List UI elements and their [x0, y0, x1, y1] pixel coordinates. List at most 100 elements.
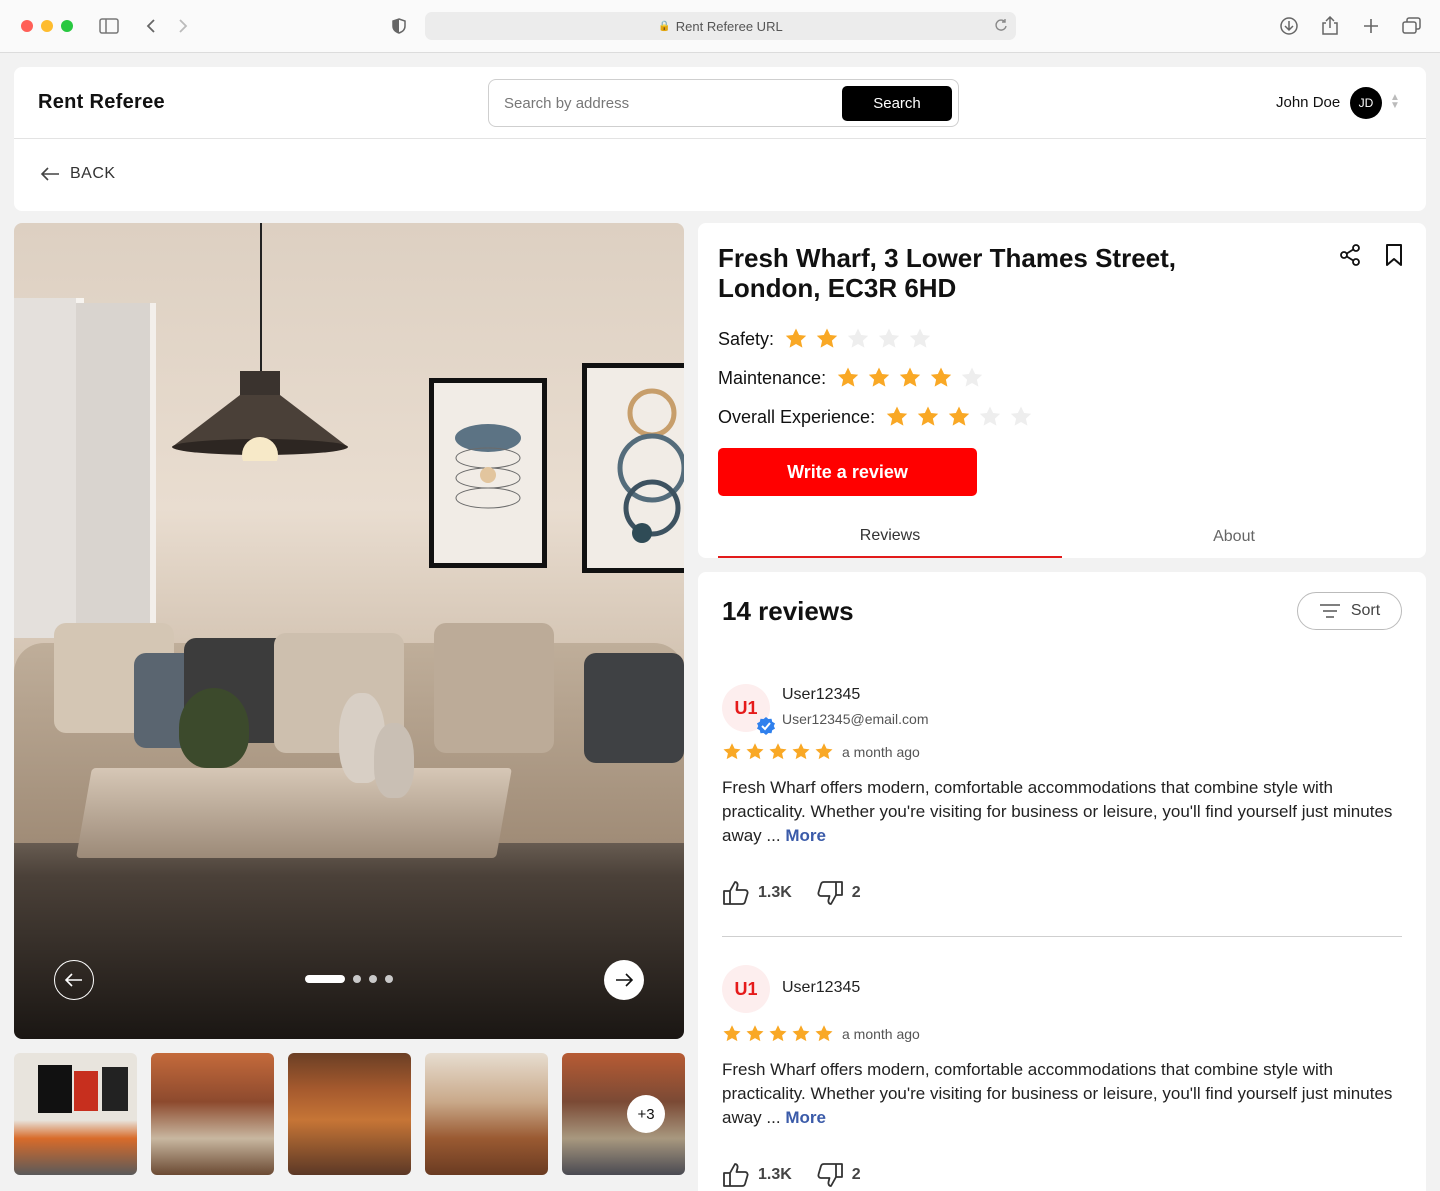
- star-filled-icon: [723, 1025, 741, 1042]
- thumbnail-more[interactable]: +3: [562, 1053, 685, 1175]
- review-divider: [722, 936, 1402, 937]
- search-input[interactable]: [490, 81, 840, 125]
- thumbs-down-icon: [817, 1163, 843, 1187]
- star-filled-icon: [746, 743, 764, 760]
- user-avatar[interactable]: JD: [1350, 87, 1382, 119]
- review-more-link[interactable]: More: [785, 826, 826, 845]
- downloads-icon[interactable]: [1277, 14, 1301, 38]
- reviewer-name[interactable]: User12345: [782, 979, 860, 997]
- thumbs-up-icon: [723, 881, 749, 905]
- site-header: Rent Referee Search John Doe JD ▲▼ BACK: [14, 67, 1426, 211]
- star-filled-icon: [816, 328, 838, 348]
- star-filled-icon: [815, 743, 833, 760]
- rating-label: Maintenance:: [718, 367, 827, 388]
- like-button[interactable]: 1.3K: [722, 1162, 792, 1188]
- star-filled-icon: [899, 367, 921, 387]
- arrow-left-icon: [65, 973, 82, 987]
- bookmark-icon[interactable]: [1384, 243, 1404, 272]
- tab-overview-icon[interactable]: [1400, 14, 1424, 38]
- star-filled-icon: [769, 743, 787, 760]
- like-button[interactable]: 1.3K: [722, 880, 792, 906]
- thumbs-up-icon: [723, 1163, 749, 1187]
- photo-window: [14, 298, 84, 638]
- star-filled-icon: [723, 743, 741, 760]
- maximize-window-button[interactable]: [61, 20, 73, 32]
- star-empty-icon: [979, 406, 1001, 426]
- previous-photo-button[interactable]: [54, 960, 94, 1000]
- photo-pillow: [434, 623, 554, 753]
- search-bar: Search: [488, 79, 959, 127]
- thumbnail[interactable]: [151, 1053, 274, 1175]
- share-browser-icon[interactable]: [1318, 14, 1342, 38]
- tab-reviews[interactable]: Reviews: [718, 515, 1062, 558]
- photo-bonsai: [179, 688, 249, 768]
- header-divider: [14, 138, 1426, 139]
- browser-forward-icon[interactable]: [171, 14, 195, 38]
- review-text: Fresh Wharf offers modern, comfortable a…: [722, 1058, 1402, 1130]
- star-filled-icon: [930, 367, 952, 387]
- photo-pillow-check: [584, 653, 684, 763]
- photo-artwork-right: [582, 363, 684, 573]
- star-filled-icon: [785, 328, 807, 348]
- property-title-line: Fresh Wharf, 3 Lower Thames Street,: [718, 243, 1177, 273]
- photo-carousel[interactable]: [14, 223, 684, 1039]
- star-filled-icon: [837, 367, 859, 387]
- new-tab-icon[interactable]: [1359, 14, 1383, 38]
- photo-artwork-left: [429, 378, 547, 568]
- back-button[interactable]: BACK: [40, 165, 116, 183]
- star-filled-icon: [769, 1025, 787, 1042]
- star-rating: [836, 366, 984, 390]
- reviews-count: 14 reviews: [722, 596, 854, 626]
- reviewer-name[interactable]: User12345: [782, 686, 860, 704]
- star-filled-icon: [868, 367, 890, 387]
- write-review-button[interactable]: Write a review: [718, 448, 977, 496]
- arrow-left-icon: [40, 167, 59, 181]
- star-empty-icon: [878, 328, 900, 348]
- star-rating: [885, 405, 1033, 429]
- thumbnail[interactable]: [288, 1053, 411, 1175]
- sidebar-toggle-icon[interactable]: [97, 14, 121, 38]
- reload-icon[interactable]: [994, 18, 1008, 35]
- privacy-shield-icon[interactable]: [387, 14, 411, 38]
- sort-label: Sort: [1350, 602, 1381, 619]
- browser-back-icon[interactable]: [139, 14, 163, 38]
- review-more-link[interactable]: More: [785, 1108, 826, 1127]
- verified-badge-icon: [757, 717, 775, 735]
- browser-toolbar: 🔒 Rent Referee URL: [0, 0, 1440, 53]
- review-actions: 1.3K 2: [722, 880, 885, 906]
- review-text: Fresh Wharf offers modern, comfortable a…: [722, 776, 1402, 848]
- carousel-dot[interactable]: [305, 975, 345, 983]
- thumbnail[interactable]: [14, 1053, 137, 1175]
- dislike-button[interactable]: 2: [816, 880, 861, 906]
- address-bar[interactable]: 🔒 Rent Referee URL: [425, 12, 1016, 40]
- thumbnail[interactable]: [425, 1053, 548, 1175]
- carousel-dot[interactable]: [353, 975, 361, 983]
- search-button[interactable]: Search: [842, 86, 952, 121]
- sort-button[interactable]: Sort: [1297, 592, 1402, 630]
- review-time: a month ago: [842, 1026, 920, 1042]
- sort-icon: [1319, 604, 1340, 618]
- next-photo-button[interactable]: [604, 960, 644, 1000]
- star-empty-icon: [961, 367, 983, 387]
- user-name[interactable]: John Doe: [1276, 94, 1340, 111]
- tab-about[interactable]: About: [1062, 515, 1406, 558]
- share-icon[interactable]: [1338, 243, 1362, 272]
- carousel-dot[interactable]: [385, 975, 393, 983]
- back-label: BACK: [70, 165, 116, 182]
- carousel-dot[interactable]: [369, 975, 377, 983]
- account-menu-chevron-icon[interactable]: ▲ ▼: [1390, 93, 1400, 111]
- lock-icon: 🔒: [658, 20, 671, 32]
- reviewer-avatar: U1: [722, 965, 770, 1013]
- dislike-button[interactable]: 2: [816, 1162, 861, 1188]
- review-stars: a month ago: [722, 1024, 920, 1044]
- minimize-window-button[interactable]: [41, 20, 53, 32]
- rating-label: Safety:: [718, 328, 775, 349]
- close-window-button[interactable]: [21, 20, 33, 32]
- brand-logo[interactable]: Rent Referee: [38, 91, 165, 114]
- star-filled-icon: [886, 406, 908, 426]
- more-photos-badge[interactable]: +3: [627, 1095, 665, 1133]
- star-filled-icon: [792, 1025, 810, 1042]
- arrow-right-icon: [616, 973, 633, 987]
- photo-window-frame: [76, 303, 156, 633]
- property-title: Fresh Wharf, 3 Lower Thames Street, Lond…: [718, 243, 1238, 303]
